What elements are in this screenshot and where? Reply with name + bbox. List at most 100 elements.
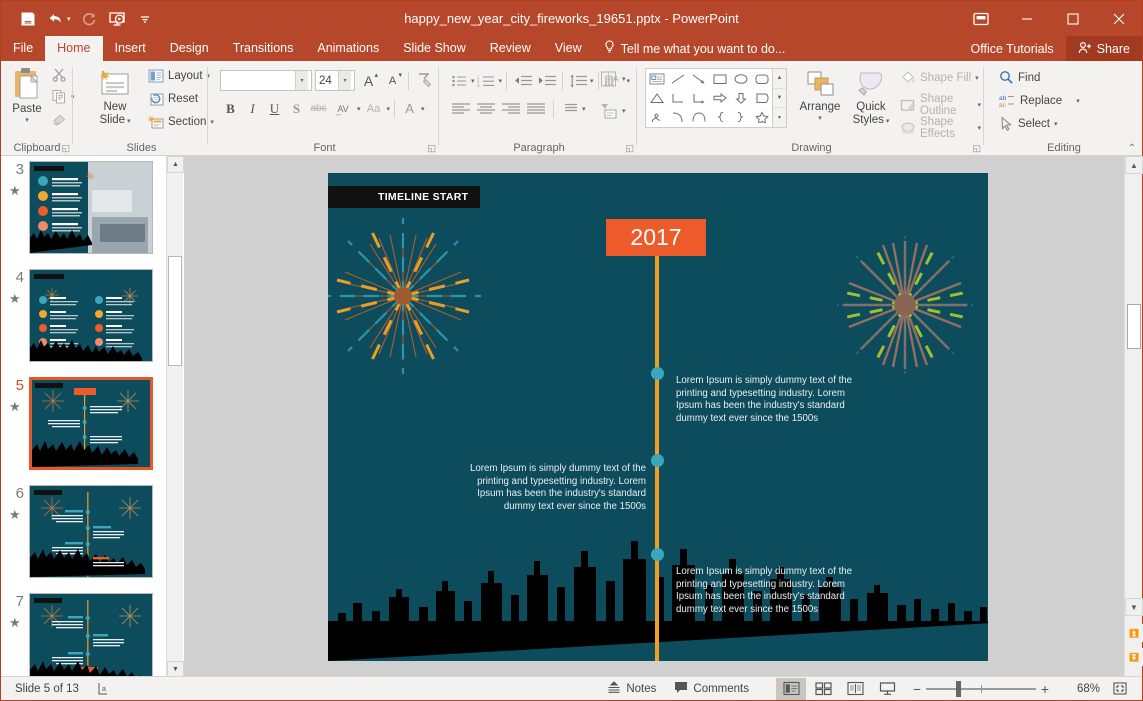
timeline-text-block-1[interactable]: Lorem Ipsum is simply dummy text of the …: [676, 375, 866, 425]
close-button[interactable]: [1096, 1, 1142, 36]
shape-pentagon-flag-icon[interactable]: [751, 88, 772, 107]
shapes-gallery-scroll[interactable]: ▲ ▼ ▾: [773, 68, 787, 128]
tab-insert[interactable]: Insert: [103, 36, 158, 61]
zoom-slider[interactable]: − +: [908, 680, 1054, 697]
canvas-scroll-down-icon[interactable]: ▼: [1125, 598, 1143, 616]
thumbnail-slide-5[interactable]: 5 ★: [1, 377, 184, 470]
strikethrough-button[interactable]: abc: [308, 98, 329, 119]
tell-me-search[interactable]: Tell me what you want to do...: [594, 36, 796, 61]
bullets-button[interactable]: [449, 70, 470, 91]
tab-home[interactable]: Home: [45, 36, 103, 61]
decrease-font-size-button[interactable]: A ▾: [382, 70, 403, 91]
shape-effects-button[interactable]: Shape Effects ▾: [897, 115, 984, 141]
shape-right-brace-icon[interactable]: [730, 108, 751, 127]
line-spacing-button[interactable]: [567, 70, 589, 91]
maximize-button[interactable]: [1050, 1, 1096, 36]
zoom-handle[interactable]: [956, 680, 961, 697]
year-badge[interactable]: 2017: [606, 219, 706, 256]
paste-dropdown-icon[interactable]: ▾: [25, 116, 29, 124]
drawing-dialog-launcher[interactable]: ◱: [972, 143, 981, 154]
font-size-dropdown-icon[interactable]: ▾: [338, 71, 351, 90]
timeline-node[interactable]: [651, 548, 664, 561]
select-dropdown-icon[interactable]: ▾: [1054, 120, 1058, 128]
ribbon-display-options-icon[interactable]: [958, 1, 1004, 36]
increase-font-size-button[interactable]: A ▴: [358, 70, 379, 91]
collapse-ribbon-button[interactable]: ⌃: [1128, 143, 1136, 154]
arrange-dropdown-icon[interactable]: ▾: [818, 114, 822, 122]
font-color-button[interactable]: A: [399, 98, 420, 119]
layout-button[interactable]: Layout ▾: [145, 68, 213, 84]
font-dialog-launcher[interactable]: ◱: [427, 143, 436, 154]
shape-outline-dropdown-icon[interactable]: ▾: [977, 101, 981, 109]
increase-indent-button[interactable]: [535, 70, 558, 91]
thumbnail-image-selected[interactable]: [29, 377, 153, 470]
align-center-button[interactable]: [474, 98, 498, 119]
convert-to-smartart-button[interactable]: [596, 99, 621, 122]
reading-view-button[interactable]: [840, 678, 870, 700]
underline-button[interactable]: U: [264, 98, 285, 119]
shapes-gallery[interactable]: [645, 68, 773, 128]
shape-triangle-icon[interactable]: [646, 88, 667, 107]
shape-line-icon[interactable]: [667, 69, 688, 88]
align-text-button[interactable]: [596, 67, 621, 90]
tab-design[interactable]: Design: [158, 36, 221, 61]
customize-quick-access-icon[interactable]: [132, 6, 158, 32]
thumb-scrollbar-thumb[interactable]: [168, 256, 182, 366]
change-case-dropdown-icon[interactable]: ▾: [387, 105, 391, 113]
tab-slide-show[interactable]: Slide Show: [391, 36, 478, 61]
canvas-scrollbar-thumb[interactable]: [1127, 304, 1141, 349]
tab-review[interactable]: Review: [478, 36, 543, 61]
shape-effects-dropdown-icon[interactable]: ▾: [977, 124, 981, 132]
shapes-scroll-up-icon[interactable]: ▲: [773, 69, 786, 89]
align-text-dropdown-icon[interactable]: ▾: [622, 75, 626, 83]
shape-fill-dropdown-icon[interactable]: ▾: [975, 74, 979, 82]
thumbnail-image[interactable]: [29, 485, 153, 578]
fit-slide-icon[interactable]: [1100, 677, 1142, 701]
tab-file[interactable]: File: [1, 36, 45, 61]
paste-button[interactable]: Paste ▾: [5, 65, 49, 133]
previous-slide-button[interactable]: ⏫: [1125, 624, 1143, 642]
undo-icon[interactable]: [43, 6, 69, 32]
zoom-track[interactable]: [926, 680, 1036, 697]
slide-counter[interactable]: Slide 5 of 13: [1, 677, 88, 701]
replace-button[interactable]: ab ac Replace ▾: [996, 92, 1083, 109]
paragraph-dialog-launcher[interactable]: ◱: [625, 143, 634, 154]
numbering-button[interactable]: 123: [476, 70, 498, 91]
thumb-scroll-up-icon[interactable]: ▲: [167, 156, 184, 173]
change-case-button[interactable]: Aa: [362, 98, 386, 119]
line-spacing-dropdown-icon[interactable]: ▾: [590, 77, 594, 85]
format-painter-button[interactable]: [49, 110, 70, 127]
cut-button[interactable]: [49, 66, 70, 83]
font-color-dropdown-icon[interactable]: ▾: [421, 105, 425, 113]
tab-animations[interactable]: Animations: [305, 36, 391, 61]
slide-show-view-button[interactable]: [872, 678, 902, 700]
timeline-node[interactable]: [651, 454, 664, 467]
shape-elbow-arrow-connector-icon[interactable]: [688, 88, 709, 107]
shape-arc-icon[interactable]: [688, 108, 709, 127]
font-name-input[interactable]: ▾: [220, 70, 312, 91]
spell-check-icon[interactable]: a: [88, 677, 121, 701]
minimize-button[interactable]: [1004, 1, 1050, 36]
normal-view-button[interactable]: [776, 677, 806, 700]
text-shadow-button[interactable]: S: [286, 98, 307, 119]
slide-sorter-view-button[interactable]: [808, 678, 838, 700]
thumbnail-slide-7[interactable]: 7 ★: [1, 593, 184, 678]
numbering-dropdown-icon[interactable]: ▾: [499, 77, 503, 85]
shape-scribble-icon[interactable]: [646, 108, 667, 127]
shape-right-arrow-icon[interactable]: [709, 88, 730, 107]
shape-fill-button[interactable]: Shape Fill ▾: [897, 69, 982, 86]
columns-button[interactable]: [559, 98, 581, 119]
slide-thumbnail-pane[interactable]: 3 ★ 4 ★ 5 ★ 6 ★ 7 ★: [1, 156, 184, 678]
canvas-scrollbar[interactable]: ▲ ▼ ⏫ ⏬: [1124, 156, 1143, 678]
tab-transitions[interactable]: Transitions: [221, 36, 306, 61]
find-button[interactable]: Find: [996, 69, 1043, 86]
canvas-scroll-up-icon[interactable]: ▲: [1125, 156, 1143, 174]
new-slide-button[interactable]: New Slide ▾: [87, 67, 143, 137]
justify-button[interactable]: [524, 98, 548, 119]
clipboard-dialog-launcher[interactable]: ◱: [61, 143, 70, 154]
font-name-dropdown-icon[interactable]: ▾: [295, 71, 308, 90]
shape-arrow-icon[interactable]: [688, 69, 709, 88]
tab-view[interactable]: View: [543, 36, 594, 61]
shape-rounded-rectangle-icon[interactable]: [751, 69, 772, 88]
thumbnail-image[interactable]: [29, 269, 153, 362]
